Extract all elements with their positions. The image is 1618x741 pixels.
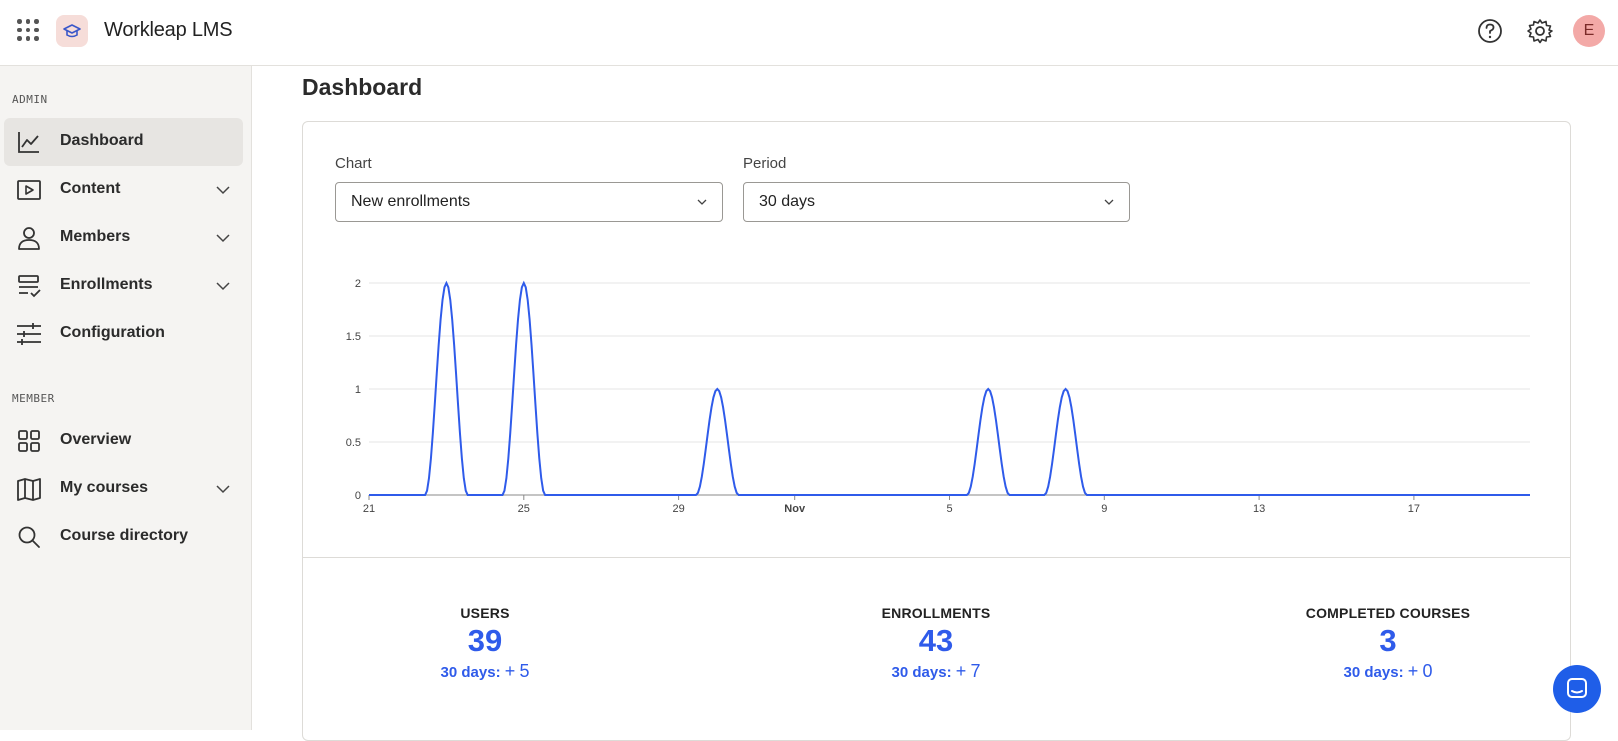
app-logo[interactable]	[56, 15, 88, 47]
admin-section-label: ADMIN	[12, 93, 48, 106]
top-bar: Workleap LMS E	[0, 0, 1618, 66]
y-tick-label: 0.5	[346, 437, 361, 449]
page-title: Dashboard	[302, 74, 422, 101]
line-chart-icon	[16, 129, 42, 155]
x-tick-label: 25	[518, 503, 530, 515]
x-tick-label: 17	[1408, 503, 1420, 515]
apps-grid-icon[interactable]	[17, 19, 39, 41]
member-section-label: MEMBER	[12, 392, 55, 405]
sidebar-item-label: Content	[60, 180, 120, 198]
period-select[interactable]: 30 days	[743, 182, 1130, 222]
sidebar-item-members[interactable]: Members	[4, 214, 243, 262]
stat-label: USERS	[355, 605, 615, 621]
app-title: Workleap LMS	[104, 19, 232, 42]
chat-launcher-button[interactable]	[1553, 665, 1601, 713]
stat-label: ENROLLMENTS	[806, 605, 1066, 621]
stat-delta-label: 30 days:	[1344, 664, 1404, 681]
person-icon	[16, 225, 42, 251]
period-select-value: 30 days	[759, 193, 815, 211]
sidebar-item-course-directory[interactable]: Course directory	[4, 513, 243, 561]
sidebar-item-my-courses[interactable]: My courses	[4, 465, 243, 513]
sidebar-item-label: Configuration	[60, 324, 165, 342]
sidebar-item-label: Enrollments	[60, 276, 152, 294]
sidebar-item-label: Overview	[60, 431, 131, 449]
stat-delta: 30 days: + 5	[355, 661, 615, 682]
sidebar-item-label: My courses	[60, 479, 148, 497]
enrollments-line-chart: 0 0.5 1 1.5 2 21 25 29 Nov 5 9 13 17	[330, 268, 1560, 518]
chevron-down-icon	[1103, 197, 1115, 207]
search-icon	[16, 524, 42, 550]
sidebar: ADMIN Dashboard Content Members Enrollme…	[0, 66, 252, 730]
sidebar-item-enrollments[interactable]: Enrollments	[4, 262, 243, 310]
stat-delta-value: 7	[970, 661, 980, 681]
stat-value: 3	[1258, 623, 1518, 659]
stat-delta-value: 5	[519, 661, 529, 681]
chevron-down-icon	[215, 183, 231, 197]
chevron-down-icon	[696, 197, 708, 207]
sidebar-item-content[interactable]: Content	[4, 166, 243, 214]
period-select-label: Period	[743, 155, 786, 172]
x-tick-label: 5	[946, 503, 952, 515]
sidebar-item-label: Course directory	[60, 527, 188, 545]
stat-delta-sign: +	[505, 661, 516, 681]
sidebar-item-dashboard[interactable]: Dashboard	[4, 118, 243, 166]
book-icon	[16, 476, 42, 502]
x-tick-label: 21	[363, 503, 375, 515]
y-tick-label: 1	[355, 384, 361, 396]
sliders-icon	[16, 321, 42, 347]
sidebar-item-overview[interactable]: Overview	[4, 417, 243, 465]
stat-delta-sign: +	[1408, 661, 1419, 681]
chart-select-value: New enrollments	[351, 193, 470, 211]
chart-select[interactable]: New enrollments	[335, 182, 723, 222]
gear-icon[interactable]	[1525, 16, 1555, 46]
grid-icon	[16, 428, 42, 454]
user-avatar[interactable]: E	[1573, 15, 1605, 47]
x-tick-label: Nov	[784, 503, 806, 515]
chevron-down-icon	[215, 482, 231, 496]
stat-value: 43	[806, 623, 1066, 659]
y-tick-label: 1.5	[346, 331, 361, 343]
graduation-cap-icon	[56, 15, 88, 47]
chevron-down-icon	[215, 279, 231, 293]
sidebar-item-label: Dashboard	[60, 132, 144, 150]
stat-completed-courses: COMPLETED COURSES 3 30 days: + 0	[1258, 605, 1518, 682]
list-check-icon	[16, 273, 42, 299]
x-tick-label: 9	[1101, 503, 1107, 515]
stat-value: 39	[355, 623, 615, 659]
stat-delta-sign: +	[956, 661, 967, 681]
stat-delta-label: 30 days:	[892, 664, 952, 681]
x-tick-label: 29	[672, 503, 684, 515]
stat-users: USERS 39 30 days: + 5	[355, 605, 615, 682]
x-tick-label: 13	[1253, 503, 1265, 515]
stat-enrollments: ENROLLMENTS 43 30 days: + 7	[806, 605, 1066, 682]
stat-delta: 30 days: + 0	[1258, 661, 1518, 682]
y-tick-label: 2	[355, 278, 361, 290]
stat-delta: 30 days: + 7	[806, 661, 1066, 682]
sidebar-item-configuration[interactable]: Configuration	[4, 310, 243, 358]
sidebar-item-label: Members	[60, 228, 130, 246]
chart-select-label: Chart	[335, 155, 372, 172]
y-tick-label: 0	[355, 490, 361, 502]
help-icon[interactable]	[1475, 16, 1505, 46]
stat-label: COMPLETED COURSES	[1258, 605, 1518, 621]
chevron-down-icon	[215, 231, 231, 245]
chat-icon	[1553, 665, 1601, 713]
stat-delta-value: 0	[1422, 661, 1432, 681]
stat-delta-label: 30 days:	[441, 664, 501, 681]
play-square-icon	[16, 177, 42, 203]
card-divider	[302, 557, 1571, 558]
